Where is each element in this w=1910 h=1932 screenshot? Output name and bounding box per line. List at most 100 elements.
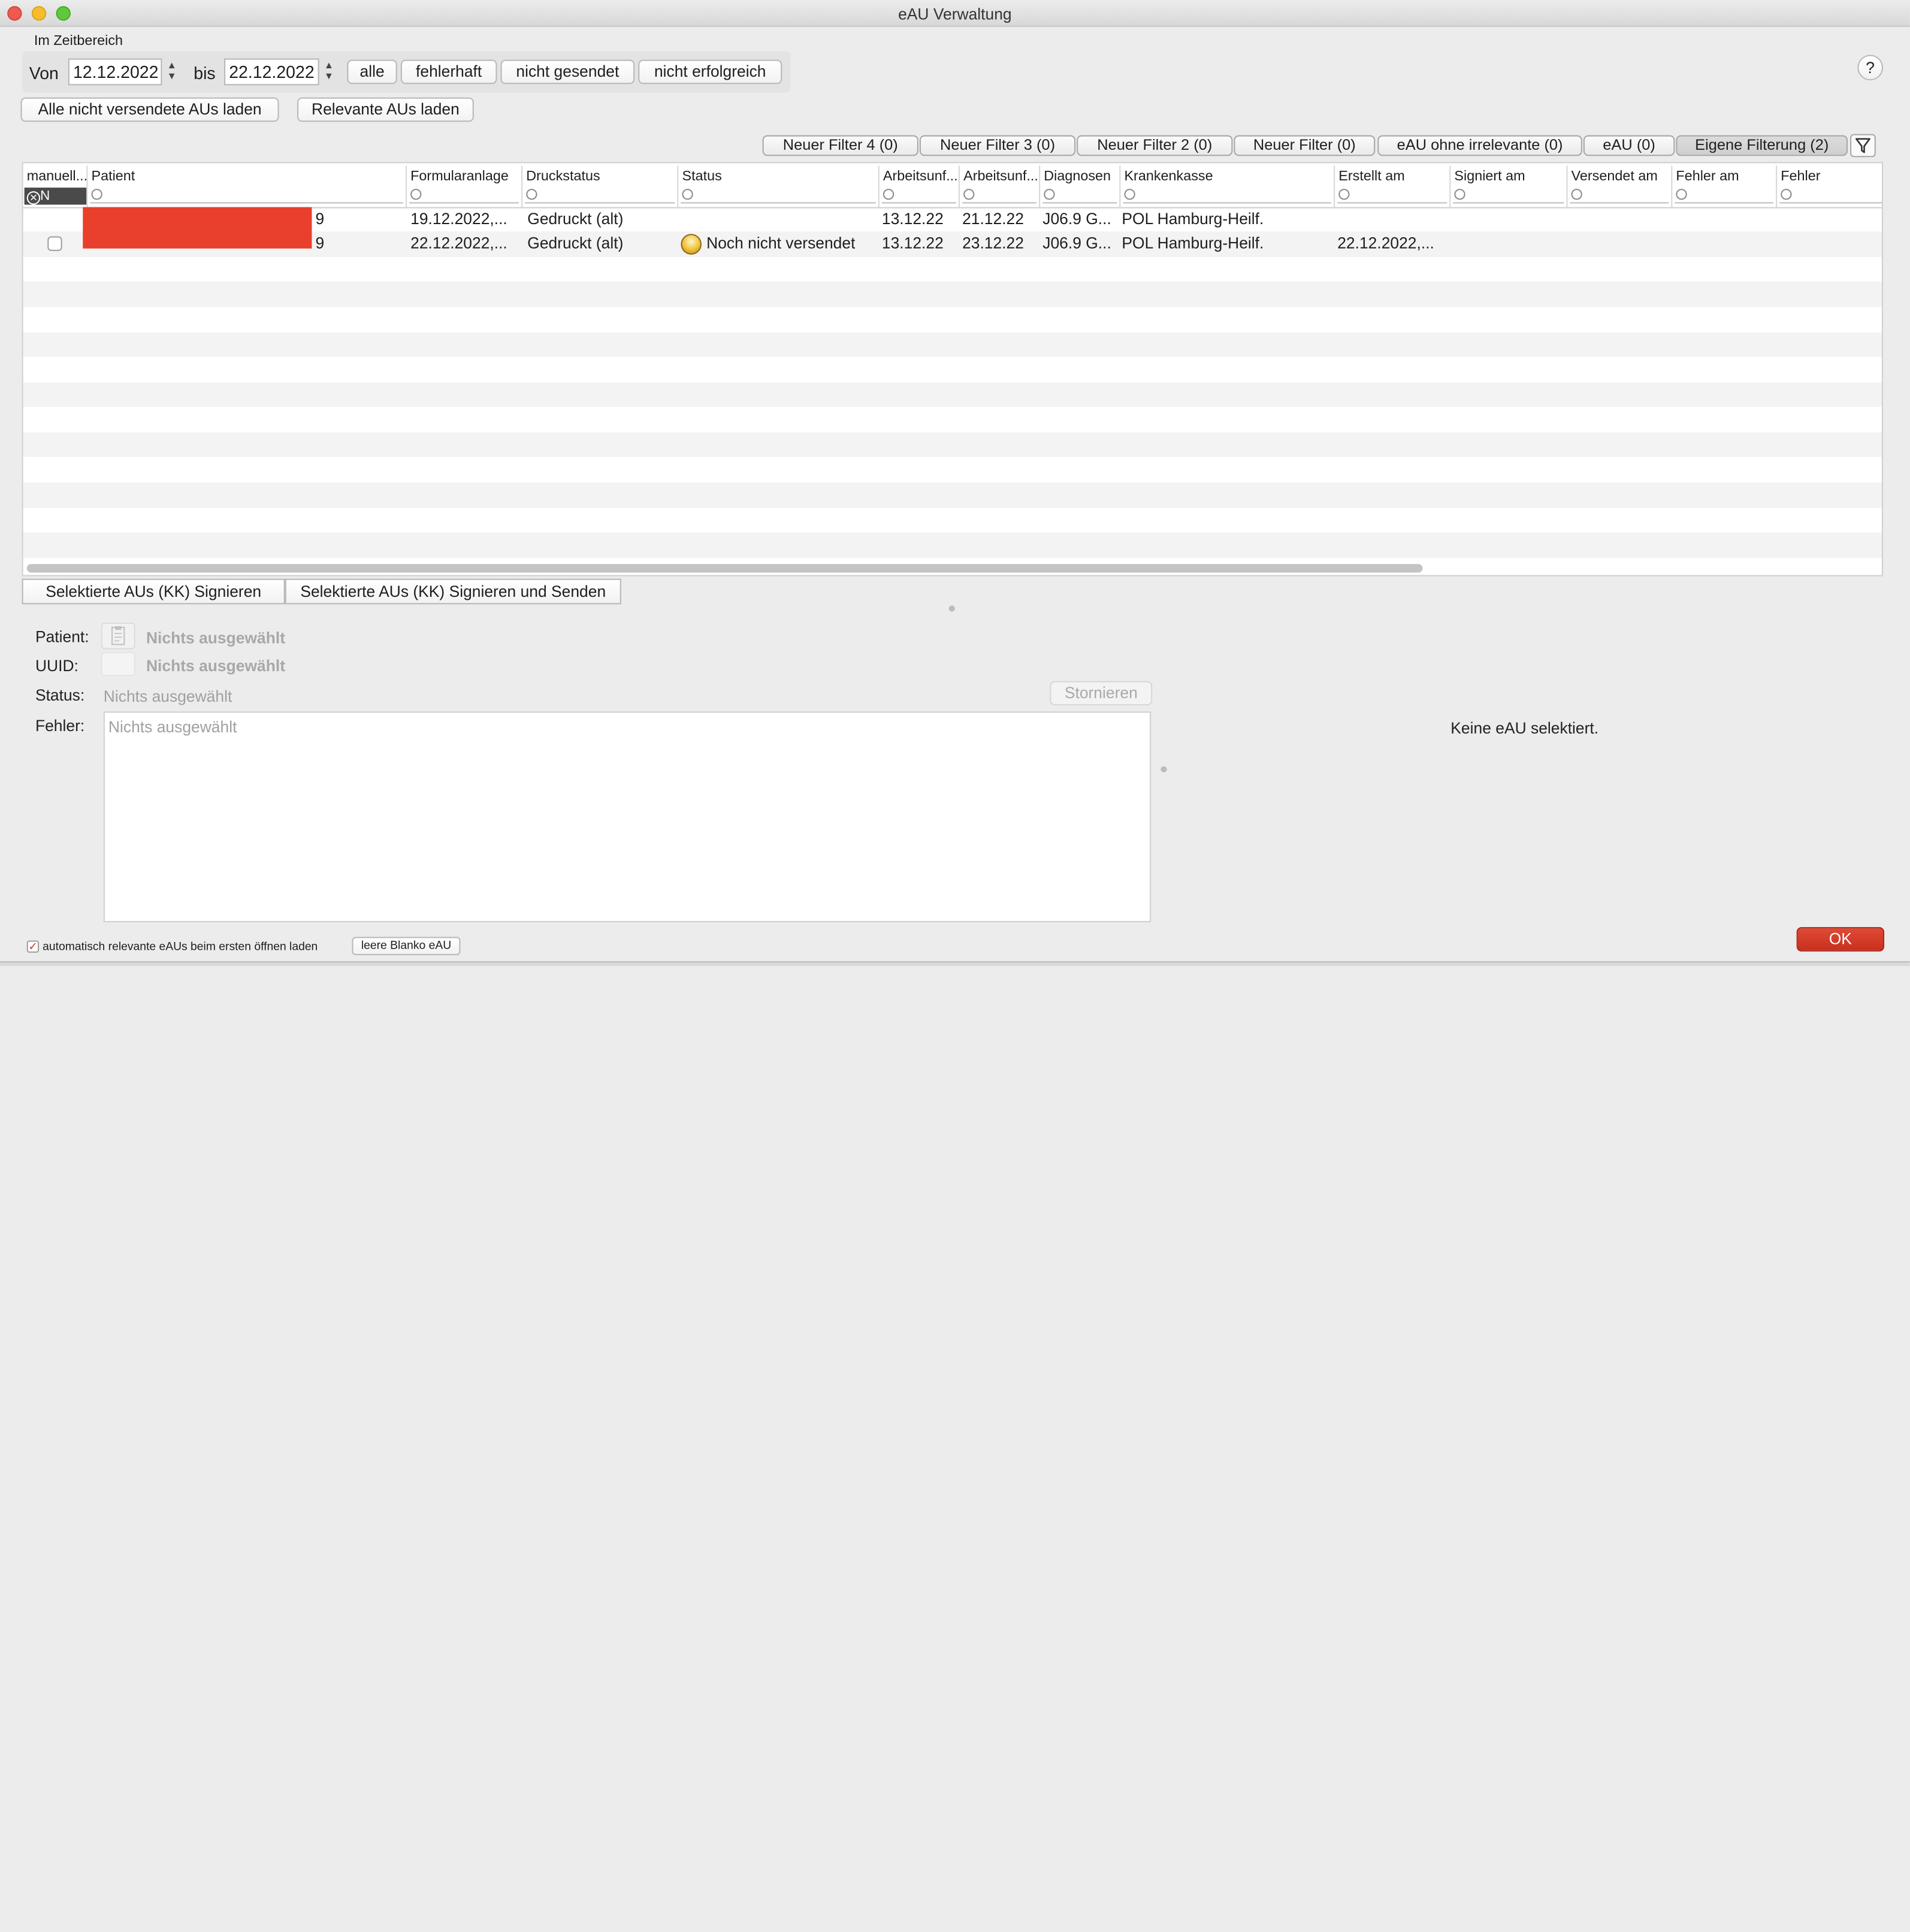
from-date-field[interactable]: 12.12.2022 <box>68 58 162 86</box>
patient-cell: 9 <box>315 209 325 228</box>
window-title: eAU Verwaltung <box>898 5 1012 23</box>
column-header-diagnosen[interactable]: Diagnosen <box>1040 165 1121 207</box>
tab-neuer-filter-4[interactable]: Neuer Filter 4 (0) <box>762 135 918 156</box>
status-pending-icon <box>681 234 702 255</box>
signiert-am-filter[interactable] <box>1453 186 1564 204</box>
error-placeholder: Nichts ausgewählt <box>108 717 237 736</box>
erstellt-am-cell: 22.12.2022,... <box>1337 234 1434 253</box>
sign-selected-button[interactable]: Selektierte AUs (KK) Signieren <box>22 578 285 605</box>
arbeitsunf-2-filter[interactable] <box>962 186 1037 204</box>
arbeitsunf-1-filter[interactable] <box>881 186 956 204</box>
fehler-am-filter[interactable] <box>1675 186 1774 204</box>
arbeitsunf-to-cell: 21.12.22 <box>962 209 1024 228</box>
patient-label: Patient: <box>35 627 89 646</box>
column-header-druckstatus[interactable]: Druckstatus <box>522 165 679 207</box>
krankenkasse-filter[interactable] <box>1123 186 1332 204</box>
background-window-edge <box>0 961 1910 967</box>
status-filter[interactable] <box>681 186 876 204</box>
column-header-versendet-am[interactable]: Versendet am <box>1567 165 1673 207</box>
arbeitsunf-from-cell: 13.12.22 <box>881 209 944 228</box>
arbeitsunf-from-cell: 13.12.22 <box>881 234 944 253</box>
clear-filter-icon[interactable]: ✕ <box>26 191 41 205</box>
patient-value: Nichts ausgewählt <box>146 629 286 647</box>
empty-row <box>23 382 1882 407</box>
to-label: bis <box>194 63 216 83</box>
split-handle-vertical[interactable] <box>1160 766 1167 772</box>
error-text-area[interactable]: Nichts ausgewählt <box>103 711 1152 922</box>
manual-checkbox[interactable] <box>47 236 62 251</box>
empty-row <box>23 282 1882 307</box>
filter-not-sent-button[interactable]: nicht gesendet <box>500 59 635 84</box>
load-relevant-button[interactable]: Relevante AUs laden <box>297 97 474 122</box>
empty-row <box>23 331 1882 357</box>
druckstatus-cell: Gedruckt (alt) <box>527 209 624 228</box>
column-header-fehler[interactable]: Fehler <box>1777 165 1882 207</box>
eau-window: eAU Verwaltung Im Zeitbereich Von 12.12.… <box>0 0 1910 967</box>
from-label: Von <box>29 63 59 83</box>
filter-unsuccessful-button[interactable]: nicht erfolgreich <box>638 59 782 84</box>
eau-table: manuell... ✕ N Patient Formularanlage Dru… <box>22 162 1884 576</box>
auto-load-label: automatisch relevante eAUs beim ersten ö… <box>43 940 318 954</box>
uuid-value: Nichts ausgewählt <box>146 656 286 675</box>
erstellt-am-filter[interactable] <box>1337 186 1447 204</box>
filter-faulty-button[interactable]: fehlerhaft <box>400 59 497 84</box>
date-range-label: Im Zeitbereich <box>34 34 123 49</box>
help-button[interactable]: ? <box>1857 55 1884 81</box>
column-header-erstellt-am[interactable]: Erstellt am <box>1335 165 1451 207</box>
empty-row <box>23 482 1882 508</box>
uuid-label: UUID: <box>35 656 78 675</box>
sign-and-send-selected-button[interactable]: Selektierte AUs (KK) Signieren und Sende… <box>285 578 621 605</box>
empty-row <box>23 432 1882 458</box>
split-handle[interactable] <box>948 605 955 612</box>
column-header-fehler-am[interactable]: Fehler am <box>1672 165 1778 207</box>
column-header-formularanlage[interactable]: Formularanlage <box>407 165 523 207</box>
fehler-filter[interactable] <box>1779 186 1882 204</box>
manual-filter-field[interactable]: ✕ N <box>24 188 87 205</box>
empty-row <box>23 533 1882 558</box>
tab-eau[interactable]: eAU (0) <box>1583 135 1675 156</box>
druckstatus-filter[interactable] <box>525 186 675 204</box>
auto-load-checkbox[interactable]: ✓ <box>26 940 40 953</box>
tab-neuer-filter-2[interactable]: Neuer Filter 2 (0) <box>1077 135 1233 156</box>
column-header-patient[interactable]: Patient <box>87 165 407 207</box>
status-cell: Noch nicht versendet <box>706 234 856 253</box>
funnel-icon[interactable] <box>1850 134 1876 158</box>
diagnosen-cell: J06.9 G... <box>1042 209 1111 228</box>
tab-neuer-filter-3[interactable]: Neuer Filter 3 (0) <box>919 135 1076 156</box>
no-eau-selected-message: Keine eAU selektiert. <box>1450 719 1599 737</box>
krankenkasse-cell: POL Hamburg-Heilf. <box>1122 209 1264 228</box>
druckstatus-cell: Gedruckt (alt) <box>527 234 624 253</box>
column-header-status[interactable]: Status <box>678 165 880 207</box>
blank-eau-button[interactable]: leere Blanko eAU <box>352 937 461 955</box>
filter-all-button[interactable]: alle <box>347 59 397 84</box>
diagnosen-filter[interactable] <box>1042 186 1117 204</box>
column-header-signiert-am[interactable]: Signiert am <box>1450 165 1568 207</box>
patient-filter[interactable] <box>90 186 403 204</box>
column-header-arbeitsunf-2[interactable]: Arbeitsunf... <box>960 165 1041 207</box>
tab-eau-ohne-irrelevante[interactable]: eAU ohne irrelevante (0) <box>1377 135 1582 156</box>
column-header-arbeitsunf-1[interactable]: Arbeitsunf... <box>880 165 960 207</box>
ok-button[interactable]: OK <box>1796 927 1885 952</box>
status-label: Status: <box>35 686 85 705</box>
stornieren-button[interactable]: Stornieren <box>1050 681 1153 706</box>
versendet-am-filter[interactable] <box>1570 186 1669 204</box>
to-date-field[interactable]: 22.12.2022 <box>224 58 319 86</box>
formularanlage-cell: 22.12.2022,... <box>410 234 507 253</box>
formularanlage-filter[interactable] <box>409 186 519 204</box>
column-header-krankenkasse[interactable]: Krankenkasse <box>1120 165 1335 207</box>
tab-eigene-filterung[interactable]: Eigene Filterung (2) <box>1676 135 1848 156</box>
to-date-stepper[interactable]: ▲ ▼ <box>323 60 335 84</box>
load-all-unsent-button[interactable]: Alle nicht versendete AUs laden <box>20 97 279 122</box>
horizontal-scrollbar[interactable] <box>26 564 1423 573</box>
krankenkasse-cell: POL Hamburg-Heilf. <box>1122 234 1264 253</box>
tab-neuer-filter[interactable]: Neuer Filter (0) <box>1234 135 1376 156</box>
clipboard-icon[interactable] <box>101 622 135 650</box>
diagnosen-cell: J06.9 G... <box>1042 234 1111 253</box>
error-label: Fehler: <box>35 716 85 735</box>
copy-uuid-icon[interactable] <box>101 651 135 677</box>
patient-cell: 9 <box>315 234 325 253</box>
title-bar: eAU Verwaltung <box>0 0 1910 27</box>
column-header-manuell[interactable]: manuell... ✕ N <box>23 165 88 207</box>
from-date-stepper[interactable]: ▲ ▼ <box>165 60 177 84</box>
arbeitsunf-to-cell: 23.12.22 <box>962 234 1024 253</box>
